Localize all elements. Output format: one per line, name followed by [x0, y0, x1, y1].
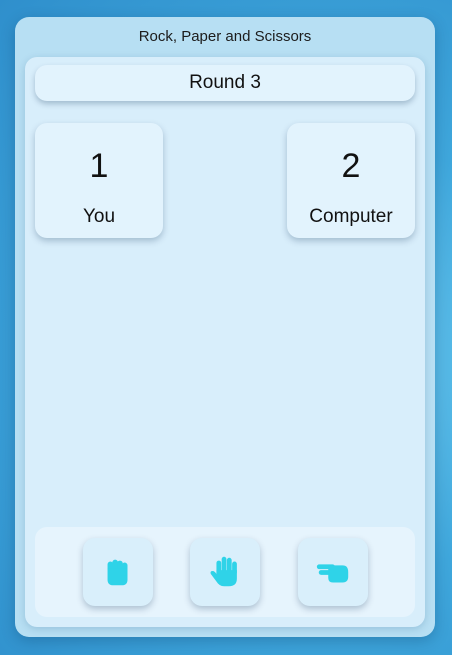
- game-window: Rock, Paper and Scissors Round 3 1 You 2…: [15, 17, 435, 637]
- player-label: You: [82, 206, 116, 227]
- hand-scissors-icon: [314, 553, 352, 591]
- computer-score: 2: [341, 147, 361, 185]
- paper-button[interactable]: [190, 538, 260, 606]
- hand-paper-icon: [206, 553, 244, 591]
- player-score-card: 1 You: [35, 123, 163, 238]
- round-indicator: Round 3: [35, 65, 415, 101]
- scissors-button[interactable]: [298, 538, 368, 606]
- game-panel: Round 3 1 You 2 Computer: [25, 57, 425, 627]
- player-score: 1: [89, 147, 109, 185]
- choice-controls: [35, 527, 415, 617]
- computer-label: Computer: [309, 206, 393, 227]
- hand-rock-icon: [99, 553, 137, 591]
- rock-button[interactable]: [83, 538, 153, 606]
- window-title: Rock, Paper and Scissors: [138, 28, 312, 45]
- computer-score-card: 2 Computer: [287, 123, 415, 238]
